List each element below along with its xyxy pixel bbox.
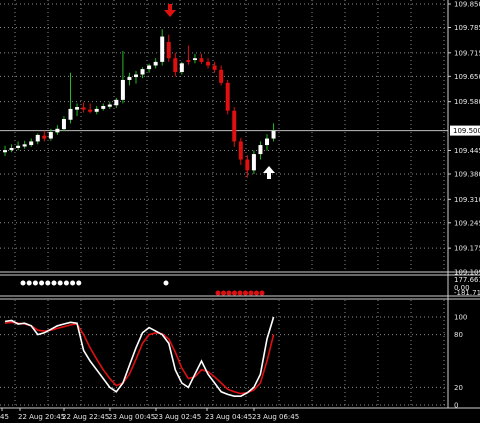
candle-body bbox=[160, 36, 165, 62]
candle-body bbox=[48, 132, 53, 139]
indicator-axis-label: 177.6611 bbox=[454, 276, 480, 284]
price-tick-label: 109.650 bbox=[454, 73, 480, 81]
candle-body bbox=[3, 150, 7, 153]
stochastic-layer bbox=[4, 316, 275, 397]
candle-body bbox=[258, 145, 263, 155]
candle-body bbox=[179, 63, 184, 72]
candle-body bbox=[29, 141, 34, 146]
price-tick-label: 109.715 bbox=[454, 49, 480, 57]
candle-body bbox=[192, 58, 197, 61]
white-signal-dot bbox=[20, 280, 26, 286]
candle-body bbox=[245, 159, 250, 171]
grid-layer bbox=[0, 0, 480, 408]
stoch-tick-label: 80 bbox=[454, 331, 463, 339]
candle-body bbox=[225, 82, 230, 111]
price-tick-label: 109.785 bbox=[454, 24, 480, 32]
price-tick-label: 109.175 bbox=[454, 245, 480, 253]
candle-body bbox=[107, 104, 112, 107]
red-signal-dot bbox=[248, 290, 254, 296]
red-signal-dot bbox=[259, 290, 265, 296]
red-signal-dot bbox=[226, 290, 232, 296]
stoch-tick-label: 20 bbox=[454, 384, 463, 392]
candle-body bbox=[81, 107, 86, 110]
candle-body bbox=[9, 147, 14, 151]
time-tick-label: 23 Aug 06:45 bbox=[252, 413, 299, 421]
arrows-layer bbox=[164, 4, 275, 179]
price-tick-label: 109.310 bbox=[454, 196, 480, 204]
candle-body bbox=[120, 79, 125, 100]
candle-body bbox=[140, 69, 145, 75]
white-signal-dot bbox=[57, 280, 63, 286]
candle-body bbox=[114, 99, 119, 106]
candle-body bbox=[16, 145, 21, 148]
time-tick-label: 23 Aug 02:45 bbox=[154, 413, 201, 421]
white-signal-dot bbox=[63, 280, 69, 286]
axes-layer: 109.850 109.785 109.715 109.650 109.580 109.4… bbox=[0, 0, 480, 421]
chart-canvas[interactable]: 109.850 109.785 109.715 109.650 109.580 109.4… bbox=[0, 0, 480, 423]
signal-dots-layer bbox=[20, 280, 265, 296]
candle-body bbox=[68, 108, 73, 120]
candle-body bbox=[94, 108, 99, 112]
red-signal-dot bbox=[254, 290, 259, 296]
candle-body bbox=[212, 65, 217, 70]
candle-body bbox=[147, 65, 152, 70]
candle-body bbox=[75, 107, 80, 110]
arrow-down-icon bbox=[164, 4, 176, 17]
indicator-axis-label: -181.7121 bbox=[454, 289, 480, 297]
candle-body bbox=[271, 130, 276, 139]
candle-body bbox=[238, 141, 243, 160]
candles-layer bbox=[3, 29, 276, 178]
time-tick-label: 22 Aug 20:45 bbox=[18, 413, 65, 421]
arrow-up-icon bbox=[263, 166, 275, 179]
stoch-main-line bbox=[4, 316, 275, 397]
time-tick-label: 23 Aug 00:45 bbox=[108, 413, 155, 421]
red-signal-dot bbox=[243, 290, 248, 296]
white-signal-dot bbox=[26, 280, 32, 286]
red-signal-dot bbox=[215, 290, 221, 296]
white-signal-dot bbox=[32, 280, 38, 286]
candle-body bbox=[134, 74, 138, 78]
candle-body bbox=[55, 128, 60, 133]
price-tick-label: 109.580 bbox=[454, 98, 480, 106]
price-tick-label: 109.445 bbox=[454, 147, 480, 155]
candle-body bbox=[232, 110, 237, 142]
price-tick-label: 109.380 bbox=[454, 170, 480, 178]
candle-body bbox=[186, 60, 191, 62]
candle-body bbox=[173, 58, 178, 72]
candle-body bbox=[265, 138, 269, 146]
current-price-label: 109.500 bbox=[453, 127, 480, 135]
candle-body bbox=[42, 135, 47, 139]
candle-body bbox=[22, 144, 27, 147]
candle-body bbox=[153, 61, 158, 66]
red-signal-dot bbox=[237, 290, 243, 296]
white-signal-dot bbox=[39, 280, 45, 286]
price-tick-label: 109.245 bbox=[454, 219, 480, 227]
time-tick-label: 22 Aug 22:45 bbox=[62, 413, 109, 421]
candle-body bbox=[61, 119, 66, 130]
red-signal-dot bbox=[232, 290, 237, 296]
red-signal-dot bbox=[221, 290, 226, 296]
candle-body bbox=[101, 105, 106, 109]
white-signal-dot bbox=[76, 280, 82, 286]
stoch-tick-label: 100 bbox=[454, 314, 467, 322]
candle-body bbox=[219, 69, 224, 83]
time-tick-label: 45 bbox=[0, 413, 9, 421]
white-signal-dot bbox=[70, 280, 76, 286]
time-tick-label: 23 Aug 04:45 bbox=[205, 413, 252, 421]
candle-body bbox=[199, 58, 204, 62]
white-signal-dot bbox=[45, 280, 51, 286]
candle-body bbox=[251, 154, 256, 171]
price-tick-label: 109.850 bbox=[454, 1, 480, 9]
white-signal-dot bbox=[51, 280, 57, 286]
candle-body bbox=[88, 109, 93, 112]
white-signal-dot bbox=[163, 280, 169, 286]
candle-body bbox=[35, 134, 40, 142]
candle-body bbox=[206, 61, 211, 66]
candle-body bbox=[127, 77, 132, 80]
candle-body bbox=[166, 41, 171, 59]
